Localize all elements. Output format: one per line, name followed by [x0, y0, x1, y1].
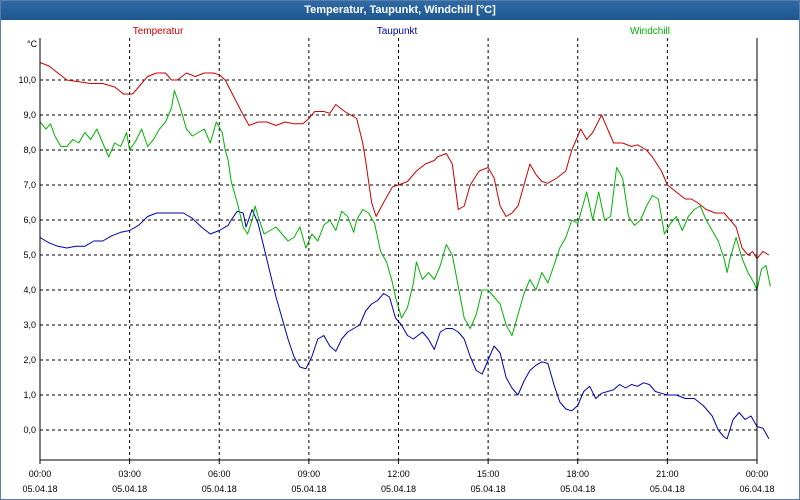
series-lines — [39, 62, 771, 440]
x-tick-time: 03:00 — [118, 469, 141, 479]
y-tick-label: 10,0 — [18, 75, 36, 85]
x-tick-time: 12:00 — [387, 469, 410, 479]
x-tick-date: 05.04.18 — [202, 484, 237, 494]
x-tick-date: 05.04.18 — [291, 484, 326, 494]
y-tick-label: 8,0 — [23, 145, 36, 155]
grid — [40, 38, 757, 460]
y-tick-label: 2,0 — [23, 355, 36, 365]
x-tick-date: 06.04.18 — [739, 484, 774, 494]
y-tick-label: 7,0 — [23, 180, 36, 190]
y-tick-label: 4,0 — [23, 285, 36, 295]
x-tick-time: 00:00 — [746, 469, 769, 479]
x-tick-date: 05.04.18 — [381, 484, 416, 494]
x-tick-date: 05.04.18 — [112, 484, 147, 494]
y-tick-label: 0,0 — [23, 425, 36, 435]
series-line-windchill — [39, 90, 771, 336]
x-tick-time: 21:00 — [656, 469, 679, 479]
y-tick-label: 5,0 — [23, 250, 36, 260]
x-tick-date: 05.04.18 — [22, 484, 57, 494]
series-line-taupunkt — [39, 209, 770, 440]
legend: Temperatur Taupunkt Windchill — [133, 26, 670, 37]
tick-labels: 0,0 1,0 2,0 3,0 4,0 5,0 6,0 7,0 8,0 9,0 10,0 00:00 0… — [18, 39, 774, 494]
y-tick-label: 1,0 — [23, 390, 36, 400]
x-tick-time: 00:00 — [29, 469, 52, 479]
x-tick-date: 05.04.18 — [560, 484, 595, 494]
legend-windchill: Windchill — [630, 26, 670, 37]
series-line-temperatur — [39, 62, 770, 259]
x-tick-time: 06:00 — [208, 469, 231, 479]
y-axis-unit: °C — [27, 39, 38, 49]
legend-taupunkt: Taupunkt — [377, 26, 418, 37]
y-tick-label: 3,0 — [23, 320, 36, 330]
x-tick-date: 05.04.18 — [650, 484, 685, 494]
x-tick-time: 15:00 — [477, 469, 500, 479]
x-tick-date: 05.04.18 — [471, 484, 506, 494]
legend-temperatur: Temperatur — [133, 26, 184, 37]
x-tick-time: 18:00 — [566, 469, 589, 479]
chart-plot: 0,0 1,0 2,0 3,0 4,0 5,0 6,0 7,0 8,0 9,0 10,0 00:00 0… — [18, 26, 774, 494]
y-tick-label: 9,0 — [23, 110, 36, 120]
x-tick-time: 09:00 — [298, 469, 321, 479]
y-tick-label: 6,0 — [23, 215, 36, 225]
